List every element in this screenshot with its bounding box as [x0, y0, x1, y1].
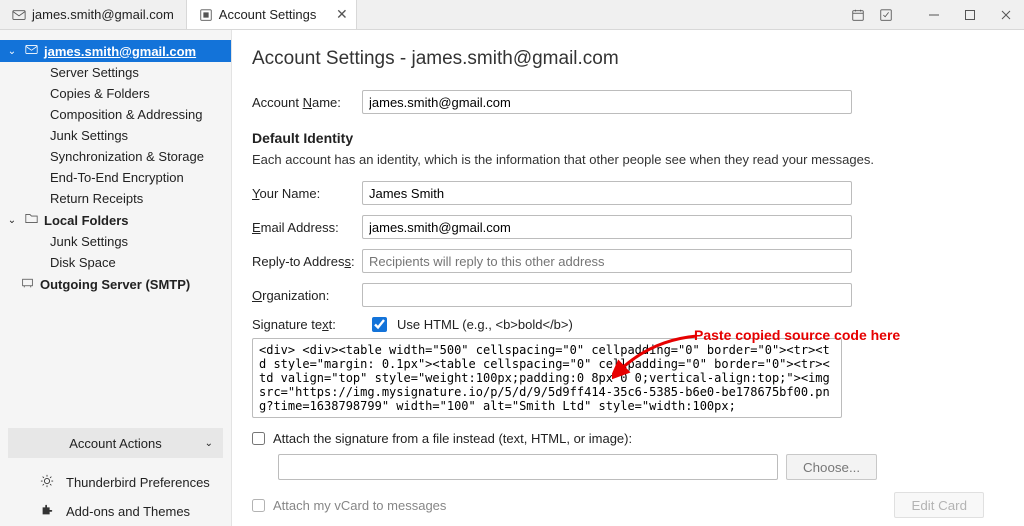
sidebar-item-return-receipts[interactable]: Return Receipts — [0, 188, 231, 209]
email-label: Email Address: — [252, 220, 362, 235]
sidebar-smtp-label: Outgoing Server (SMTP) — [40, 277, 190, 292]
calendar-icon-button[interactable] — [844, 8, 872, 22]
tasks-icon-button[interactable] — [872, 8, 900, 22]
page-title: Account Settings - james.smith@gmail.com — [252, 48, 984, 70]
sidebar-account-label: james.smith@gmail.com — [44, 44, 196, 59]
use-html-checkbox[interactable] — [372, 317, 387, 332]
sidebar-preferences-label: Thunderbird Preferences — [66, 475, 210, 490]
tab-mailbox[interactable]: james.smith@gmail.com — [0, 0, 187, 29]
sidebar-item-junk[interactable]: Junk Settings — [0, 125, 231, 146]
sidebar-addons-label: Add-ons and Themes — [66, 504, 190, 519]
tab-mailbox-label: james.smith@gmail.com — [32, 7, 174, 22]
signature-text-label: Signature text: — [252, 317, 362, 332]
settings-tab-icon — [199, 8, 213, 22]
default-identity-heading: Default Identity — [252, 130, 984, 146]
puzzle-icon — [40, 503, 56, 520]
attach-file-checkbox[interactable] — [252, 432, 265, 445]
titlebar: james.smith@gmail.com Account Settings ✕ — [0, 0, 1024, 30]
choose-file-button[interactable]: Choose... — [786, 454, 877, 480]
sidebar-item-local-junk[interactable]: Junk Settings — [0, 231, 231, 252]
your-name-label: Your Name: — [252, 186, 362, 201]
email-input[interactable] — [362, 215, 852, 239]
sidebar-account-node[interactable]: ⌄ james.smith@gmail.com — [0, 40, 231, 62]
sidebar-item-sync[interactable]: Synchronization & Storage — [0, 146, 231, 167]
sidebar-item-composition[interactable]: Composition & Addressing — [0, 104, 231, 125]
attach-vcard-checkbox[interactable] — [252, 499, 265, 512]
content-pane: Account Settings - james.smith@gmail.com… — [232, 30, 1024, 526]
sidebar-preferences-link[interactable]: Thunderbird Preferences — [0, 468, 231, 497]
sidebar: ⌄ james.smith@gmail.com Server Settings … — [0, 30, 232, 526]
mailbox-icon — [12, 8, 26, 22]
use-html-label: Use HTML (e.g., <b>bold</b>) — [397, 317, 573, 332]
your-name-input[interactable] — [362, 181, 852, 205]
attach-file-label: Attach the signature from a file instead… — [273, 431, 632, 446]
account-actions-button[interactable]: Account Actions ⌄ — [8, 428, 223, 458]
sidebar-item-disk-space[interactable]: Disk Space — [0, 252, 231, 273]
identity-description: Each account has an identity, which is t… — [252, 152, 984, 167]
gear-icon — [40, 474, 56, 491]
chevron-down-icon: ⌄ — [6, 215, 18, 226]
organization-input[interactable] — [362, 283, 852, 307]
sidebar-local-folders-label: Local Folders — [44, 213, 129, 228]
window-close-button[interactable] — [988, 0, 1024, 29]
sidebar-item-e2e[interactable]: End-To-End Encryption — [0, 167, 231, 188]
chevron-down-icon: ⌄ — [205, 438, 213, 449]
window-minimize-button[interactable] — [916, 0, 952, 29]
reply-to-label: Reply-to Address: — [252, 254, 362, 269]
sidebar-addons-link[interactable]: Add-ons and Themes — [0, 497, 231, 526]
sidebar-item-copies-folders[interactable]: Copies & Folders — [0, 83, 231, 104]
sidebar-local-folders-node[interactable]: ⌄ Local Folders — [0, 209, 231, 231]
sidebar-item-server-settings[interactable]: Server Settings — [0, 62, 231, 83]
tab-account-settings[interactable]: Account Settings ✕ — [187, 0, 357, 29]
sidebar-smtp-node[interactable]: Outgoing Server (SMTP) — [0, 273, 231, 295]
mail-account-icon — [24, 43, 38, 59]
folder-icon — [24, 212, 38, 228]
account-name-label: Account Name: — [252, 95, 362, 110]
close-tab-button[interactable]: ✕ — [336, 6, 348, 23]
signature-textarea[interactable] — [252, 338, 842, 418]
tab-settings-label: Account Settings — [219, 7, 317, 22]
attach-vcard-label: Attach my vCard to messages — [273, 498, 446, 513]
reply-to-input[interactable] — [362, 249, 852, 273]
window-maximize-button[interactable] — [952, 0, 988, 29]
signature-file-path-input[interactable] — [278, 454, 778, 480]
account-actions-label: Account Actions — [69, 436, 162, 451]
edit-card-button[interactable]: Edit Card — [894, 492, 984, 518]
account-name-input[interactable] — [362, 90, 852, 114]
smtp-icon — [20, 276, 34, 292]
chevron-down-icon: ⌄ — [6, 46, 18, 57]
organization-label: Organization: — [252, 288, 362, 303]
